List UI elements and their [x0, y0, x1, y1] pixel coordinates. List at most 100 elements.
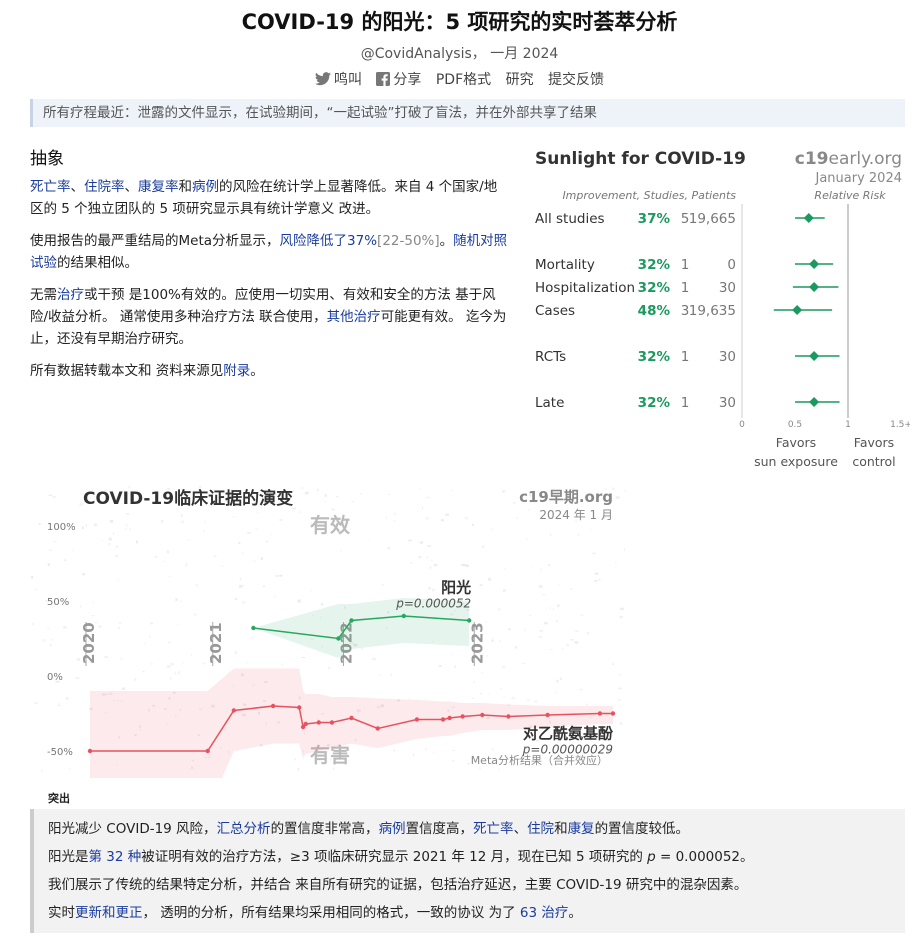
texture-speck [238, 541, 241, 544]
texture-speck [574, 641, 579, 644]
x-tick-label: 2020 [80, 622, 98, 664]
favors-left-1: Favors [776, 435, 816, 450]
series-point [460, 714, 465, 719]
texture-speck [422, 507, 423, 510]
evo-brand: c19早期.org [519, 488, 613, 506]
texture-speck [570, 639, 574, 641]
texture-speck [502, 666, 506, 669]
texture-speck [202, 662, 205, 665]
updates-link[interactable]: 更新和更正 [75, 905, 143, 921]
forest-row-studies: 1 [681, 257, 690, 273]
highlight-line-4: 实时更新和更正， 透明的分析，所有结果均采用相同的格式，一致的协议 为了 63 … [48, 899, 893, 927]
favors-right-1: Favors [854, 435, 894, 450]
forest-brand: c19early.org [795, 149, 902, 169]
texture-speck [239, 584, 244, 588]
notice-banner[interactable]: 所有疗程最近：泄露的文件显示，在试验期间，“一起试验”打破了盲法，并在外部共享了… [30, 99, 905, 127]
text: 实时 [48, 905, 75, 921]
texture-speck [419, 541, 424, 544]
texture-speck [492, 528, 494, 531]
rank-link[interactable]: 第 32 种 [89, 849, 142, 865]
share-link[interactable]: 分享 [376, 72, 425, 88]
studies-link[interactable]: 研究 [506, 72, 534, 88]
texture-speck [53, 540, 57, 542]
texture-speck [369, 539, 370, 540]
byline: @CovidAnalysis， 一月 2024 [360, 46, 559, 62]
forest-date: January 2024 [815, 171, 903, 186]
texture-speck [452, 749, 455, 752]
forest-row-pct: 32% [638, 280, 671, 296]
texture-speck [297, 768, 300, 771]
texture-speck [242, 552, 244, 555]
texture-speck [594, 572, 599, 575]
texture-speck [120, 658, 123, 660]
texture-speck [555, 691, 557, 694]
text: 阳光是 [48, 849, 89, 865]
texture-speck [48, 494, 53, 497]
cases-link[interactable]: 病例 [379, 821, 406, 837]
pdf-link[interactable]: PDF格式 [436, 72, 491, 88]
texture-speck [538, 585, 543, 588]
treatments-link[interactable]: 63 治疗 [520, 905, 568, 921]
forest-point-estimate [803, 213, 814, 223]
texture-speck [75, 677, 80, 679]
feedback-link[interactable]: 提交反馈 [548, 72, 604, 88]
texture-speck [333, 767, 335, 770]
mortality-link[interactable]: 死亡率 [30, 179, 71, 195]
tweet-link[interactable]: 鸣叫 [314, 72, 366, 88]
abstract-heading: 抽象 [30, 149, 64, 169]
texture-speck [488, 693, 490, 694]
texture-speck [279, 574, 283, 577]
texture-speck [293, 490, 295, 492]
forest-point-estimate [809, 259, 820, 269]
texture-speck [393, 749, 395, 752]
evidence-evolution-chart: COVID-19临床证据的演变 c19早期.org 2024 年 1 月 有效 … [31, 486, 625, 778]
series-point [597, 711, 603, 716]
forest-tick-label: 1 [845, 420, 851, 430]
treatment-link[interactable]: 治疗 [57, 287, 84, 303]
cases-link[interactable]: 病例 [192, 179, 219, 195]
highlights-section: 突出 阳光减少 COVID-19 风险，汇总分析的置信度非常高，病例置信度高，死… [30, 790, 905, 933]
texture-speck [317, 654, 318, 655]
favors-right-2: control [852, 454, 895, 469]
texture-speck [419, 488, 421, 490]
series-point [401, 613, 406, 619]
texture-speck [182, 662, 185, 664]
abstract-section: 抽象 死亡率、住院率、康复率和病例的风险在统计学上显著降低。来自 4 个国家/地… [30, 148, 510, 392]
texture-speck [418, 556, 421, 559]
series-point [480, 712, 485, 718]
series-pvalue: p=0.000052 [395, 597, 471, 611]
texture-speck [63, 626, 67, 629]
texture-speck [480, 692, 482, 694]
texture-speck [387, 493, 391, 496]
recovery-link[interactable]: 康复 [568, 821, 595, 837]
texture-speck [98, 625, 102, 628]
texture-speck [619, 674, 621, 676]
texture-speck [407, 539, 412, 542]
appendix-link[interactable]: 附录 [223, 363, 250, 379]
mortality-link[interactable]: 死亡率 [473, 821, 514, 837]
texture-speck [471, 697, 474, 699]
texture-speck [492, 748, 494, 751]
other-treatments-link[interactable]: 其他治疗 [327, 309, 381, 325]
pooled-analysis-link[interactable]: 汇总分析 [217, 821, 271, 837]
hospitalization-link[interactable]: 住院 [527, 821, 554, 837]
texture-speck [203, 530, 206, 533]
texture-speck [438, 665, 442, 667]
texture-speck [185, 563, 188, 567]
series-point [610, 711, 616, 716]
texture-speck [433, 751, 435, 754]
hospitalization-link[interactable]: 住院率 [84, 179, 125, 195]
texture-speck [615, 561, 617, 564]
texture-speck [412, 753, 415, 756]
texture-speck [221, 565, 224, 567]
texture-speck [239, 577, 242, 581]
series-point [440, 717, 446, 722]
recovery-link[interactable]: 康复率 [138, 179, 179, 195]
texture-speck [47, 628, 49, 630]
texture-speck [580, 614, 584, 616]
risk-reduction-link[interactable]: 风险降低了37% [280, 233, 378, 249]
texture-speck [34, 589, 37, 591]
texture-speck [47, 563, 50, 566]
texture-speck [271, 533, 273, 534]
texture-speck [151, 662, 153, 665]
